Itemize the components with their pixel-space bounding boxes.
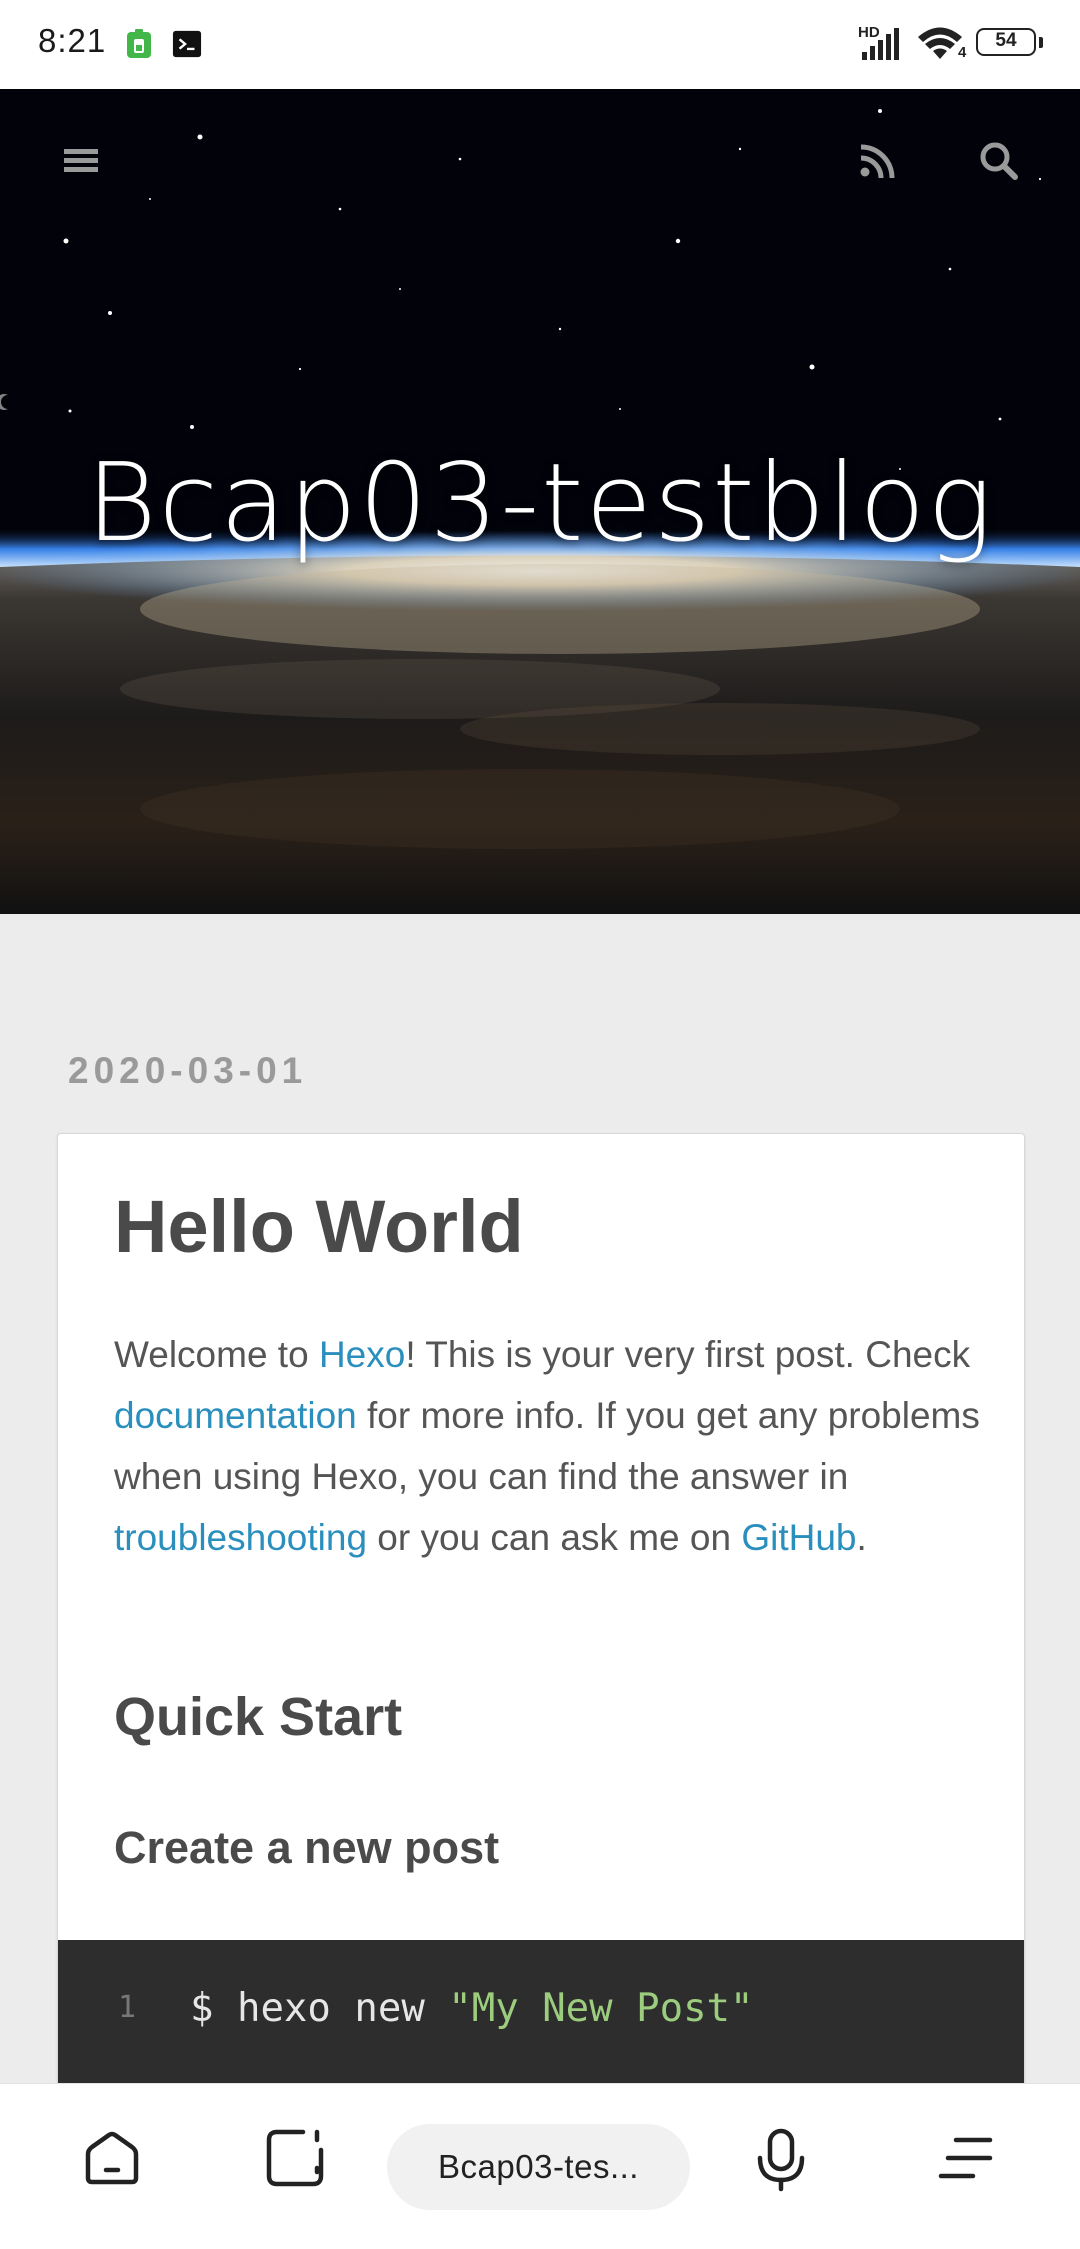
intro-text: ! This is your very first post. Check (405, 1334, 971, 1375)
terminal-app-icon (172, 30, 202, 58)
post-date[interactable]: 2020-03-01 (68, 1050, 307, 1092)
article-card: Hello World Welcome to Hexo! This is you… (57, 1133, 1025, 2135)
menu-button[interactable] (62, 141, 102, 181)
home-icon (85, 2131, 139, 2185)
search-button[interactable] (977, 139, 1021, 183)
troubleshooting-link[interactable]: troubleshooting (114, 1517, 367, 1558)
intro-text: or you can ask me on (367, 1517, 742, 1558)
hero-banner: Bcap03-testblog (0, 89, 1080, 914)
intro-text: Welcome to (114, 1334, 319, 1375)
hexo-link[interactable]: Hexo (319, 1334, 405, 1375)
battery-level: 54 (995, 30, 1017, 51)
battery-icon: 54 (976, 28, 1046, 60)
github-link[interactable]: GitHub (741, 1517, 856, 1558)
code-line-number: 1 (118, 1990, 137, 2025)
code-string: "My New Post" (448, 1986, 754, 2031)
post-title[interactable]: Hello World (114, 1184, 524, 1269)
status-bar: 8:21 HD 4 54 (0, 0, 1080, 89)
blog-title[interactable]: Bcap03-testblog (0, 441, 1080, 566)
address-bar[interactable]: Bcap03-tes... (387, 2124, 690, 2210)
wifi-sub-label: 4 (958, 44, 967, 61)
menu-icon (64, 149, 98, 172)
subsection-heading-create-post: Create a new post (114, 1822, 500, 1873)
voice-search-button[interactable] (756, 2128, 806, 2197)
search-icon (980, 142, 1018, 180)
home-button[interactable] (82, 2128, 142, 2193)
browser-bottom-bar: Bcap03-tes... (0, 2083, 1080, 2249)
code-command: $ hexo new (190, 1986, 449, 2031)
post-intro: Welcome to Hexo! This is your very first… (114, 1324, 994, 1568)
section-heading-quick-start: Quick Start (114, 1687, 403, 1747)
intro-text: . (856, 1517, 867, 1558)
more-menu-icon (938, 2137, 993, 2179)
tabs-button[interactable] (265, 2128, 325, 2193)
documentation-link[interactable]: documentation (114, 1395, 357, 1436)
battery-saver-app-icon (127, 29, 151, 58)
browser-menu-button[interactable] (938, 2134, 994, 2189)
status-time: 8:21 (38, 22, 107, 59)
wifi-icon: 4 (916, 24, 967, 69)
rss-icon (860, 144, 895, 179)
rss-button[interactable] (858, 141, 898, 181)
tabs-icon (266, 2129, 324, 2187)
code-line: $ hexo new "My New Post" (190, 1986, 754, 2031)
microphone-icon (757, 2128, 805, 2192)
